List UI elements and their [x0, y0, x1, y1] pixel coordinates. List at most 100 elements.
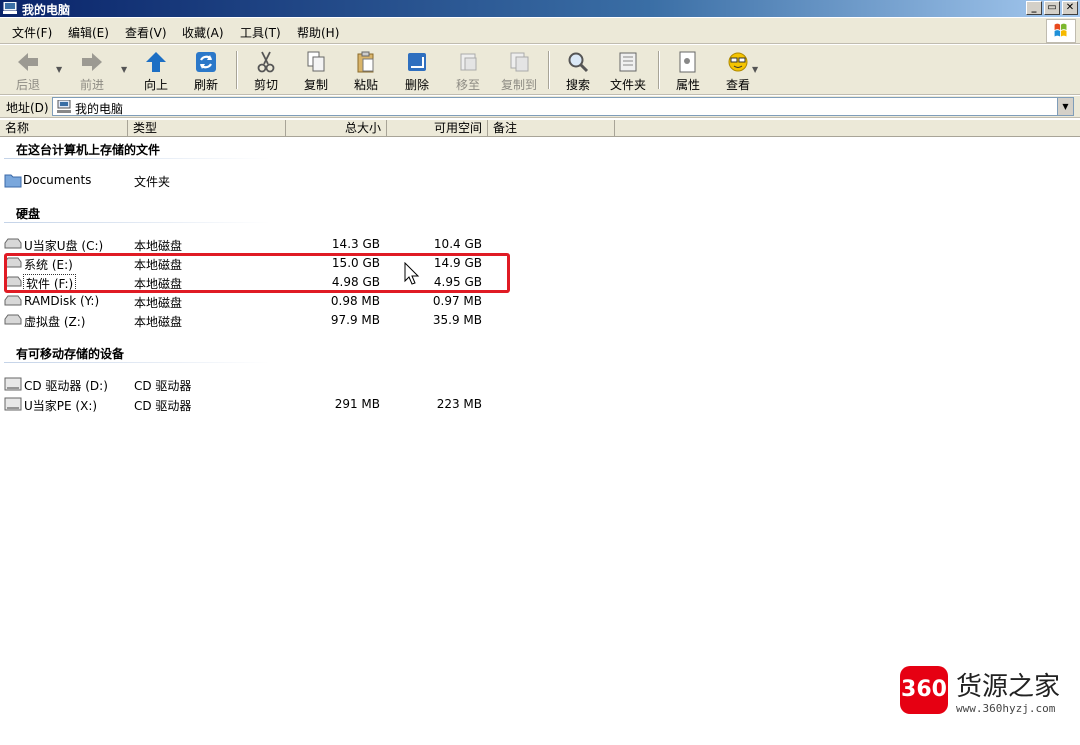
- toolbar-separator: [658, 51, 660, 89]
- item-name: U当家U盘 (C:): [24, 239, 104, 253]
- list-item[interactable]: U当家U盘 (C:) 本地磁盘 14.3 GB 10.4 GB: [0, 235, 500, 254]
- cut-label: 剪切: [253, 78, 278, 92]
- watermark-badge: 360: [900, 666, 948, 714]
- hard-drive-icon: [4, 238, 22, 249]
- list-item[interactable]: Documents 文件夹: [0, 171, 500, 190]
- refresh-icon: [196, 52, 216, 72]
- item-type: CD 驱动器: [134, 379, 192, 393]
- highlight-box: [4, 253, 510, 293]
- watermark-url: www.360hyzj.com: [956, 702, 1056, 715]
- copy-to-icon: [510, 52, 529, 72]
- delete-button[interactable]: 删除: [393, 49, 441, 93]
- computer-icon: [3, 2, 17, 14]
- menu-view[interactable]: 查看(V): [125, 24, 167, 41]
- hard-drive-icon: [4, 314, 22, 325]
- forward-dropdown-icon[interactable]: ▼: [121, 65, 127, 74]
- forward-label: 前进: [79, 78, 104, 92]
- close-button[interactable]: ✕: [1062, 1, 1078, 15]
- refresh-label: 刷新: [193, 78, 218, 92]
- menu-edit[interactable]: 编辑(E): [68, 24, 109, 41]
- menu-tools[interactable]: 工具(T): [240, 24, 281, 41]
- back-dropdown-icon[interactable]: ▼: [56, 65, 62, 74]
- paste-button[interactable]: 粘贴: [342, 49, 390, 93]
- up-label: 向上: [143, 78, 168, 92]
- column-total-size[interactable]: 总大小: [286, 120, 387, 137]
- list-item[interactable]: 虚拟盘 (Z:) 本地磁盘 97.9 MB 35.9 MB: [0, 311, 500, 330]
- properties-icon: [679, 51, 696, 73]
- menu-file[interactable]: 文件(F): [12, 24, 52, 41]
- item-type: 本地磁盘: [134, 239, 183, 253]
- folder-icon: [4, 174, 22, 188]
- item-total-size: 14.3 GB: [331, 237, 380, 251]
- cd-drive-icon: [4, 377, 22, 391]
- properties-label: 属性: [675, 78, 700, 92]
- title-bar[interactable]: 我的电脑 _ ▭ ✕: [0, 0, 1080, 17]
- windows-logo-icon: [1046, 19, 1076, 43]
- search-label: 搜索: [565, 78, 590, 92]
- address-dropdown-button[interactable]: ▼: [1057, 98, 1073, 115]
- up-button[interactable]: 向上: [132, 49, 180, 93]
- back-arrow-icon: [18, 53, 38, 71]
- address-bar: 地址(D) 我的电脑 ▼: [0, 96, 1080, 118]
- up-arrow-icon: [146, 52, 166, 72]
- folders-button[interactable]: 文件夹: [604, 49, 652, 93]
- item-type: 本地磁盘: [134, 315, 183, 329]
- toolbar-separator: [548, 51, 550, 89]
- refresh-button[interactable]: 刷新: [182, 49, 230, 93]
- restore-button[interactable]: ▭: [1044, 1, 1060, 15]
- item-name: U当家PE (X:): [24, 399, 98, 413]
- address-value: 我的电脑: [75, 102, 124, 116]
- item-type: 文件夹: [134, 175, 171, 189]
- item-name: 虚拟盘 (Z:): [24, 315, 86, 329]
- copy-button[interactable]: 复制: [292, 49, 340, 93]
- paste-label: 粘贴: [353, 78, 378, 92]
- minimize-button[interactable]: _: [1026, 1, 1042, 15]
- group-title-stored-files: 在这台计算机上存储的文件: [16, 143, 161, 157]
- search-icon: [568, 52, 589, 73]
- copy-to-button[interactable]: 复制到: [495, 49, 543, 93]
- cut-button[interactable]: 剪切: [242, 49, 290, 93]
- menu-help[interactable]: 帮助(H): [297, 24, 339, 41]
- views-icon: [728, 52, 748, 72]
- hard-drive-icon: [4, 295, 22, 306]
- group-divider: [4, 222, 270, 223]
- item-name: Documents: [23, 173, 92, 187]
- window-title: 我的电脑: [22, 3, 71, 17]
- item-type: 本地磁盘: [134, 296, 183, 310]
- views-dropdown-icon[interactable]: ▼: [752, 65, 758, 74]
- column-name[interactable]: 名称: [0, 120, 128, 137]
- list-item[interactable]: CD 驱动器 (D:) CD 驱动器: [0, 375, 500, 394]
- forward-arrow-icon: [82, 53, 102, 71]
- column-type[interactable]: 类型: [128, 120, 286, 137]
- item-free-space: 223 MB: [436, 397, 482, 411]
- menu-bar: 文件(F) 编辑(E) 查看(V) 收藏(A) 工具(T) 帮助(H): [0, 18, 1080, 44]
- item-free-space: 10.4 GB: [433, 237, 482, 251]
- delete-icon: [408, 53, 426, 71]
- copy-icon: [307, 51, 325, 72]
- item-free-space: 0.97 MB: [432, 294, 482, 308]
- item-total-size: 0.98 MB: [330, 294, 380, 308]
- group-title-removable: 有可移动存储的设备: [16, 347, 125, 361]
- list-item[interactable]: U当家PE (X:) CD 驱动器 291 MB 223 MB: [0, 395, 500, 414]
- search-button[interactable]: 搜索: [554, 49, 602, 93]
- column-comments[interactable]: 备注: [488, 120, 615, 137]
- scissors-icon: [257, 51, 275, 73]
- group-title-hard-disks: 硬盘: [16, 207, 41, 221]
- back-label: 后退: [15, 78, 40, 92]
- address-input[interactable]: 我的电脑 ▼: [52, 97, 1074, 116]
- menu-favorites[interactable]: 收藏(A): [182, 24, 224, 41]
- toolbar-separator: [236, 51, 238, 89]
- folders-icon: [619, 52, 637, 72]
- properties-button[interactable]: 属性: [664, 49, 712, 93]
- mouse-cursor-icon: [404, 262, 420, 285]
- move-to-button[interactable]: 移至: [444, 49, 492, 93]
- column-free-space[interactable]: 可用空间: [387, 120, 488, 137]
- group-divider: [4, 362, 270, 363]
- watermark-name: 货源之家: [956, 672, 1061, 702]
- address-label: 地址(D): [6, 101, 49, 115]
- back-button[interactable]: 后退: [4, 49, 52, 93]
- folders-label: 文件夹: [609, 78, 646, 92]
- item-type: CD 驱动器: [134, 399, 192, 413]
- forward-button[interactable]: 前进: [68, 49, 116, 93]
- list-item[interactable]: RAMDisk (Y:) 本地磁盘 0.98 MB 0.97 MB: [0, 292, 500, 311]
